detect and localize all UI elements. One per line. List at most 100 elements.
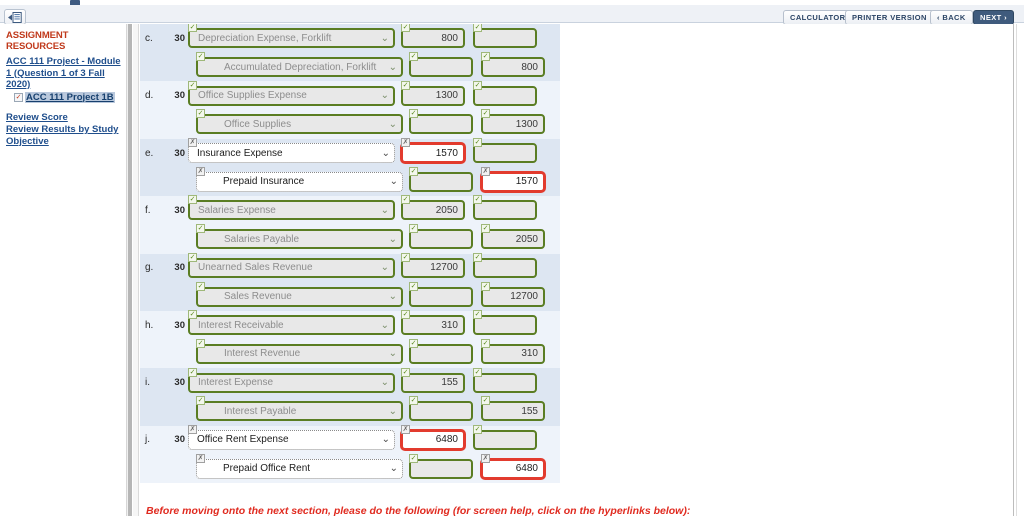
journal-credit-line: ✓ Interest Payable ⌄ ✓ ✓ 155 <box>140 396 560 426</box>
account-select-wrapper: ✓ Interest Receivable ⌄ <box>188 310 395 336</box>
account-select[interactable]: Office Rent Expense ⌄ <box>188 429 395 450</box>
credit-amount-input[interactable]: 6480 <box>481 458 545 479</box>
sidebar-item-label[interactable]: ACC 111 Project 1B <box>25 91 115 103</box>
account-status-icon: ✓ <box>196 52 205 62</box>
sidebar-scrollbar-thumb[interactable] <box>128 24 132 516</box>
credit-amount-wrapper: ✓ <box>473 252 537 278</box>
credit-amount-wrapper: ✓ 1300 <box>481 109 545 135</box>
debit-amount-input[interactable] <box>409 171 473 192</box>
debit-amount-wrapper: ✓ 1300 <box>401 80 465 106</box>
credit-amount-wrapper: ✗ 6480 <box>481 453 545 479</box>
debit-amount-input[interactable]: 1570 <box>401 143 465 164</box>
back-button[interactable]: ‹ BACK <box>930 10 973 25</box>
account-select[interactable]: Interest Revenue ⌄ <box>196 343 403 364</box>
account-status-icon: ✓ <box>188 367 197 377</box>
journal-debit-line: d. 30 ✓ Office Supplies Expense ⌄ ✓ 1300 ✓ <box>140 80 560 110</box>
credit-amount-input[interactable]: 1570 <box>481 171 545 192</box>
chevron-down-icon: ⌄ <box>389 463 398 475</box>
debit-amount-input[interactable] <box>409 458 473 479</box>
credit-amount-input[interactable] <box>473 372 537 393</box>
sidebar-item-acc-111-project-1b[interactable]: ✓ ACC 111 Project 1B <box>14 91 122 103</box>
credit-amount-wrapper: ✓ <box>473 424 537 450</box>
account-select[interactable]: Interest Expense ⌄ <box>188 372 395 393</box>
debit-amount-input[interactable]: 6480 <box>401 429 465 450</box>
journal-entry-row: i. 30 ✓ Interest Expense ⌄ ✓ 155 ✓ ✓ Interest Pay… <box>140 367 560 426</box>
account-select[interactable]: Sales Revenue ⌄ <box>196 286 403 307</box>
account-select[interactable]: Prepaid Office Rent ⌄ <box>196 458 403 479</box>
credit-amount-input[interactable] <box>473 257 537 278</box>
debit-amount-wrapper: ✓ <box>409 396 473 422</box>
debit-amount-input[interactable]: 2050 <box>401 200 465 221</box>
credit-amount-input[interactable]: 800 <box>481 57 545 78</box>
account-select[interactable]: Office Supplies Expense ⌄ <box>188 85 395 106</box>
account-select[interactable]: Salaries Payable ⌄ <box>196 229 403 250</box>
debit-amount-wrapper: ✓ 155 <box>401 367 465 393</box>
debit-amount-input[interactable] <box>409 229 473 250</box>
calculator-button[interactable]: CALCULATOR <box>783 10 853 25</box>
debit-amount-input[interactable]: 12700 <box>401 257 465 278</box>
credit-amount-input[interactable]: 1300 <box>481 114 545 135</box>
account-select[interactable]: Salaries Expense ⌄ <box>188 200 395 221</box>
entry-day: 30 <box>174 32 185 44</box>
entry-letter: h. <box>145 319 154 331</box>
account-status-icon: ✓ <box>188 310 197 320</box>
content-scrollbar-track[interactable] <box>133 24 139 516</box>
credit-amount-input[interactable]: 155 <box>481 401 545 422</box>
debit-amount-input[interactable] <box>409 286 473 307</box>
debit-amount-input[interactable] <box>409 401 473 422</box>
sidebar-link-review-results-by-study-objective[interactable]: Review Results by Study Objective <box>6 124 122 147</box>
account-status-icon: ✓ <box>196 396 205 406</box>
journal-entry-row: c. 30 ✓ Depreciation Expense, Forklift ⌄ ✓ 800… <box>140 24 560 82</box>
debit-amount-status-icon: ✓ <box>409 453 418 463</box>
account-select[interactable]: Depreciation Expense, Forklift ⌄ <box>188 28 395 49</box>
sidebar-link-assignment[interactable]: ACC 111 Project - Module 1 (Question 1 o… <box>6 56 122 91</box>
credit-amount-input[interactable] <box>473 429 537 450</box>
account-select-wrapper: ✓ Interest Expense ⌄ <box>188 367 395 393</box>
debit-amount-wrapper: ✓ <box>409 453 473 479</box>
credit-amount-input[interactable] <box>473 28 537 49</box>
credit-amount-wrapper: ✗ 1570 <box>481 166 545 192</box>
journal-debit-line: e. 30 ✗ Insurance Expense ⌄ ✗ 1570 ✓ <box>140 138 560 168</box>
debit-amount-input[interactable] <box>409 57 473 78</box>
account-select-value: Prepaid Office Rent <box>223 463 311 475</box>
toggle-navigation-panel-icon[interactable] <box>4 9 26 25</box>
debit-amount-wrapper: ✗ 6480 <box>401 424 465 450</box>
debit-amount-status-icon: ✗ <box>401 424 410 434</box>
account-select[interactable]: Interest Receivable ⌄ <box>188 315 395 336</box>
credit-amount-input[interactable]: 2050 <box>481 229 545 250</box>
credit-amount-status-icon: ✓ <box>473 252 482 262</box>
journal-credit-line: ✓ Salaries Payable ⌄ ✓ ✓ 2050 <box>140 224 560 254</box>
credit-amount-input[interactable]: 12700 <box>481 286 545 307</box>
next-button[interactable]: NEXT › <box>973 10 1014 25</box>
account-select[interactable]: Prepaid Insurance ⌄ <box>196 171 403 192</box>
debit-amount-input[interactable] <box>409 114 473 135</box>
debit-amount-input[interactable]: 155 <box>401 372 465 393</box>
account-select[interactable]: Unearned Sales Revenue ⌄ <box>188 257 395 278</box>
account-status-icon: ✓ <box>188 252 197 262</box>
entry-day: 30 <box>174 377 185 389</box>
credit-amount-input[interactable] <box>473 315 537 336</box>
credit-amount-input[interactable] <box>473 200 537 221</box>
account-status-icon: ✗ <box>188 424 197 434</box>
account-select[interactable]: Office Supplies ⌄ <box>196 114 403 135</box>
debit-amount-input[interactable]: 310 <box>401 315 465 336</box>
sidebar-splitter <box>126 24 140 516</box>
credit-amount-input[interactable] <box>473 143 537 164</box>
debit-amount-status-icon: ✓ <box>409 52 418 62</box>
sidebar-link-review-score[interactable]: Review Score <box>6 112 122 124</box>
credit-amount-input[interactable] <box>473 85 537 106</box>
account-select[interactable]: Insurance Expense ⌄ <box>188 143 395 164</box>
sidebar-scrollbar-track[interactable] <box>126 24 132 516</box>
debit-amount-input[interactable]: 800 <box>401 28 465 49</box>
chevron-down-icon: ⌄ <box>389 176 398 188</box>
credit-amount-wrapper: ✓ <box>473 24 537 49</box>
account-select[interactable]: Accumulated Depreciation, Forklift ⌄ <box>196 57 403 78</box>
printer-version-button[interactable]: PRINTER VERSION <box>845 10 934 25</box>
credit-amount-status-icon: ✓ <box>481 224 490 234</box>
account-select[interactable]: Interest Payable ⌄ <box>196 401 403 422</box>
credit-amount-input[interactable]: 310 <box>481 343 545 364</box>
debit-amount-input[interactable] <box>409 343 473 364</box>
chevron-down-icon: ⌄ <box>381 434 390 446</box>
chevron-down-icon: ⌄ <box>388 348 397 360</box>
debit-amount-input[interactable]: 1300 <box>401 85 465 106</box>
